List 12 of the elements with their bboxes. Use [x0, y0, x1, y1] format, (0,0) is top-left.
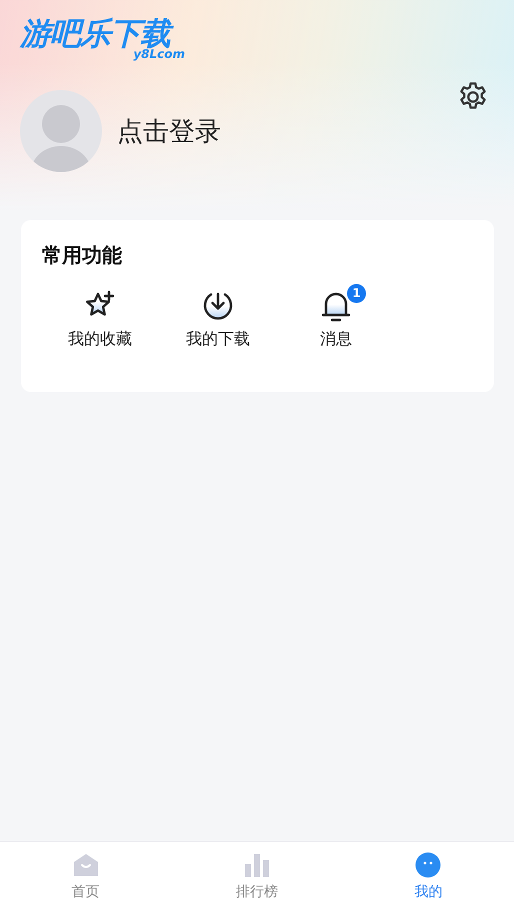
home-icon: [72, 853, 99, 877]
tab-item[interactable]: 我的: [414, 883, 442, 901]
login-link[interactable]: 点击登录: [117, 114, 221, 148]
function-item[interactable]: 我的下载: [186, 329, 250, 350]
bar-chart-icon: [244, 852, 270, 878]
tab-item[interactable]: 排行榜: [236, 883, 278, 901]
count-badge: 1: [347, 284, 366, 303]
tab-item[interactable]: 首页: [72, 883, 100, 901]
smiley-icon: [415, 852, 442, 878]
function-item[interactable]: 消息: [320, 329, 352, 350]
section-title: 常用功能: [42, 242, 122, 269]
function-item[interactable]: 我的收藏: [68, 329, 132, 350]
